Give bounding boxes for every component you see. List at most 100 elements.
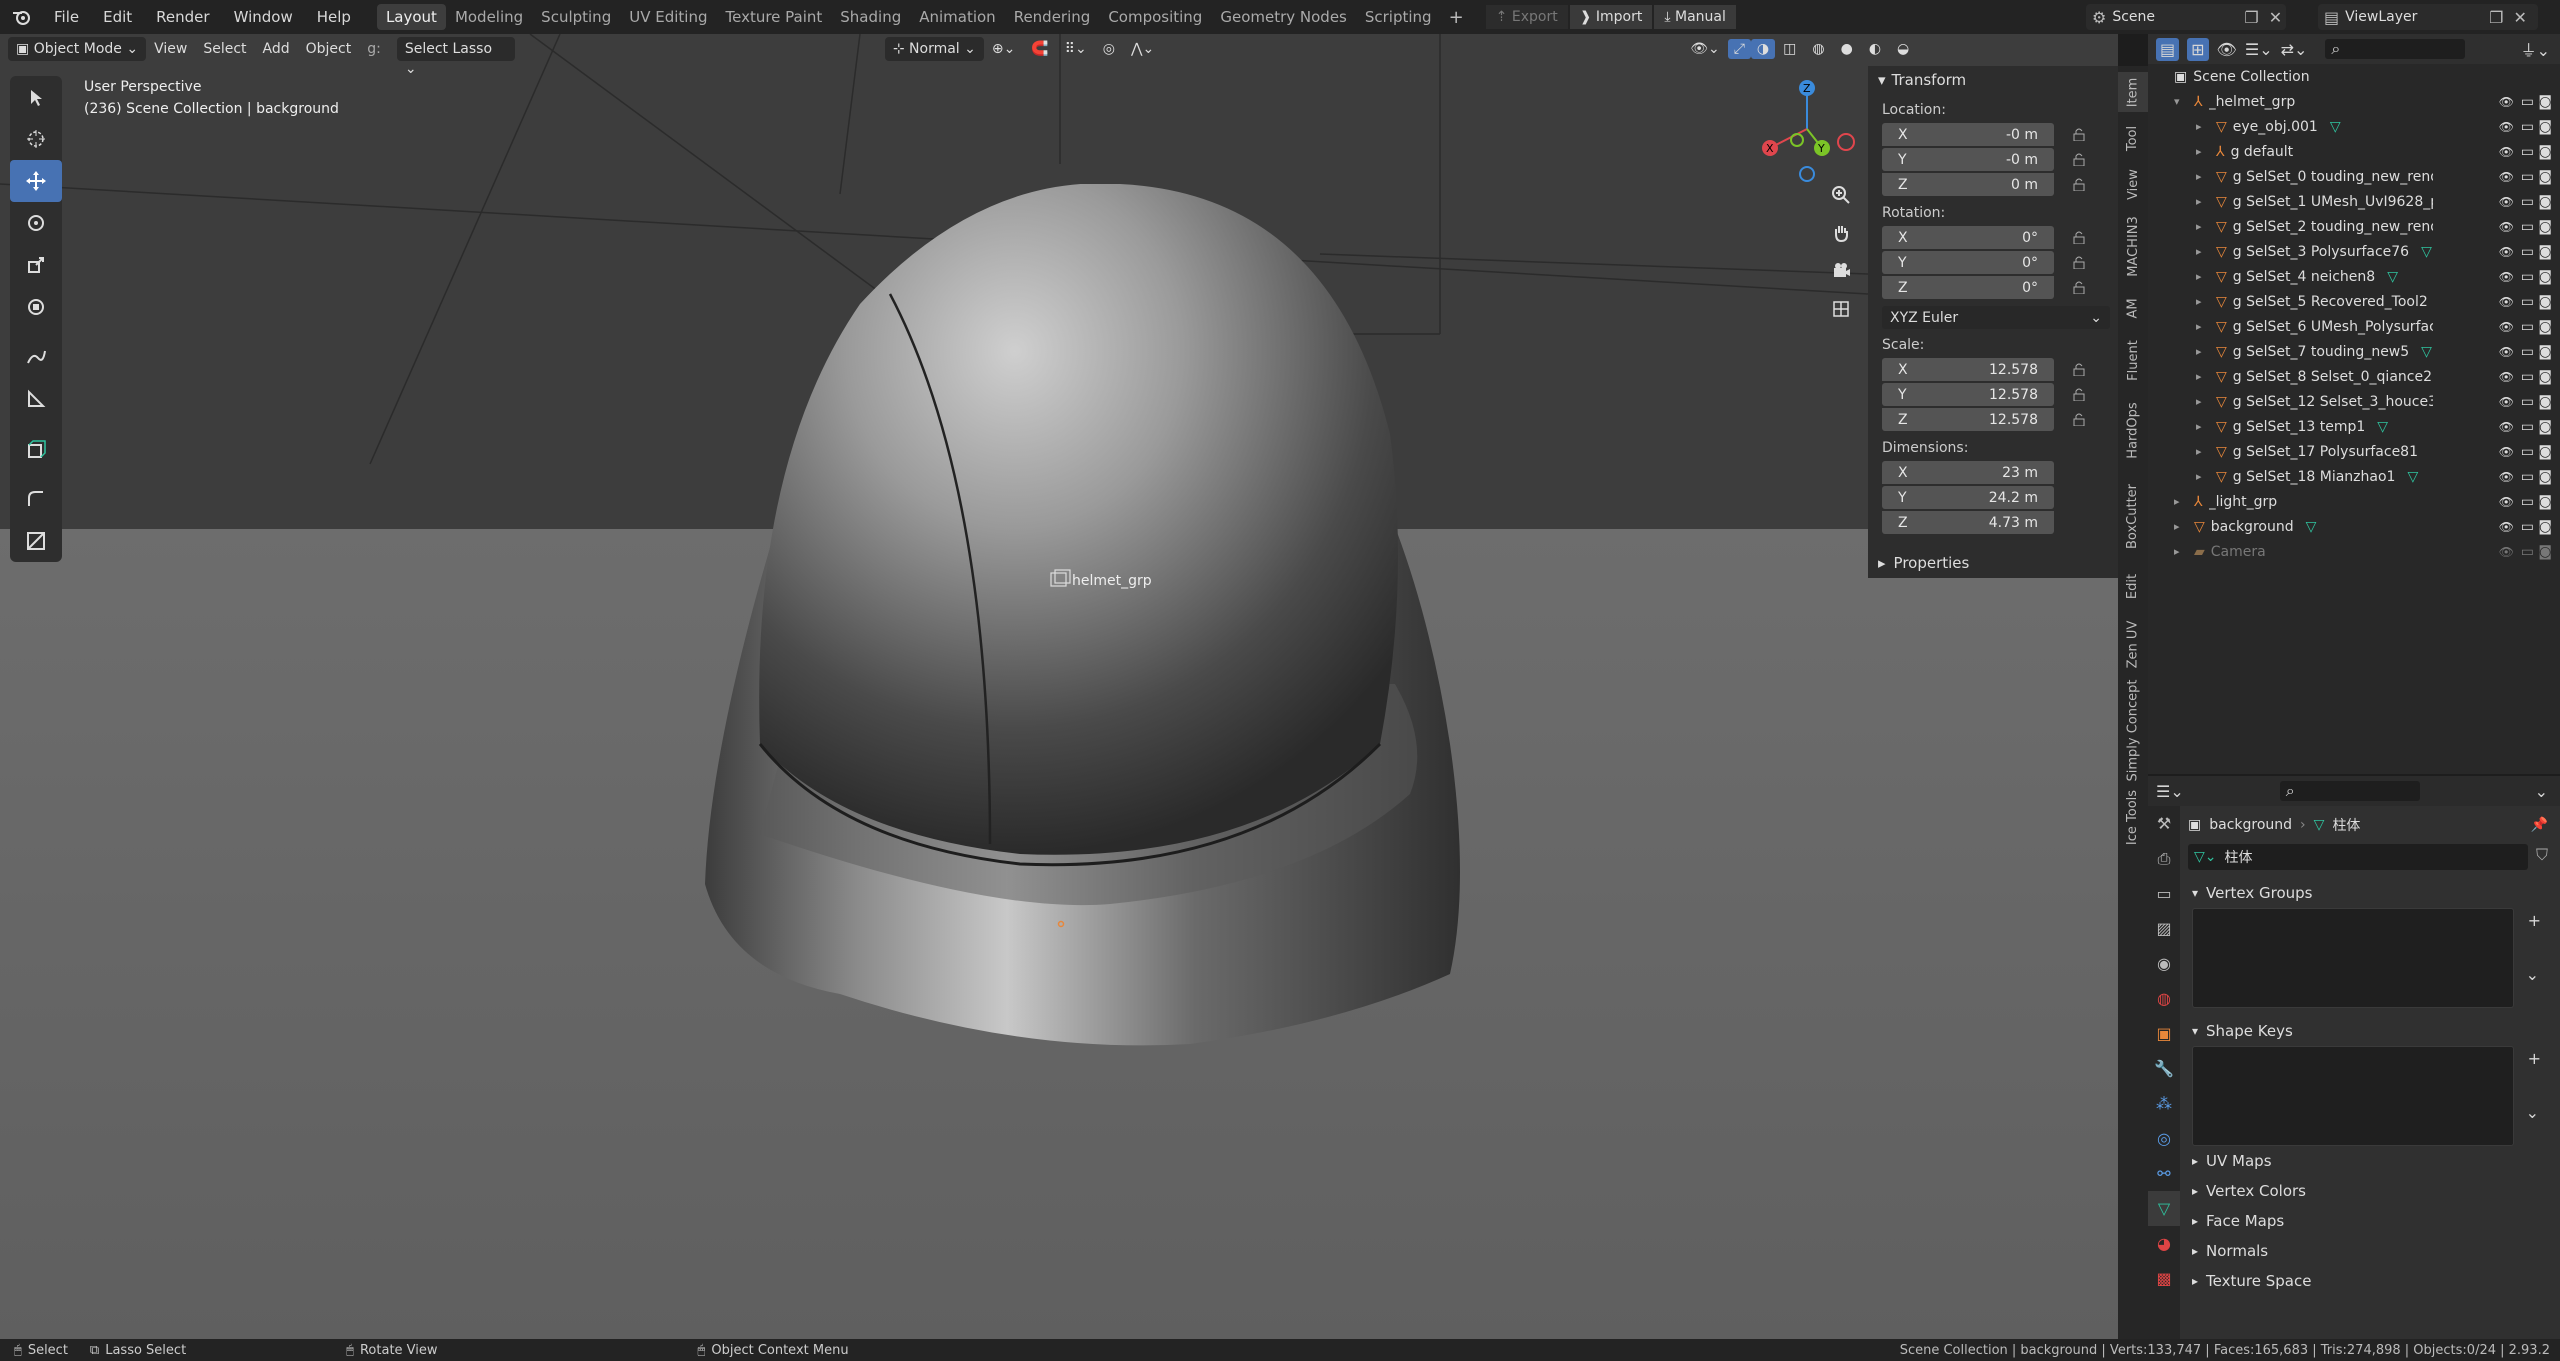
sidebar-tab-view[interactable]: View	[2118, 164, 2148, 204]
scale-tool-icon[interactable]	[10, 244, 62, 286]
fake-user-shield-icon[interactable]: ⛉	[2536, 845, 2548, 865]
visibility-eye-icon[interactable]: 👁	[2499, 345, 2514, 359]
tab-rendering[interactable]: Rendering	[1005, 4, 1100, 30]
rotate-tool-icon[interactable]	[10, 202, 62, 244]
lock-icon[interactable]	[2072, 152, 2088, 168]
section-texture-space[interactable]: ▸ Texture Space	[2188, 1266, 2560, 1296]
render-camera-icon[interactable]: ◙	[2538, 319, 2552, 335]
chevron-right-icon[interactable]: ▸	[2196, 145, 2212, 158]
outliner-item[interactable]: ▸ ⅄ g default 👁 ▭ ◙	[2148, 139, 2560, 164]
world-tab-icon[interactable]: ◍	[2148, 981, 2180, 1016]
viewport-monitor-icon[interactable]: ▭	[2521, 144, 2534, 160]
sidebar-tab-tool[interactable]: Tool	[2118, 116, 2148, 160]
scale-x-field[interactable]: X 12.578	[1882, 358, 2054, 381]
outliner-item[interactable]: ▸ ▽ g SelSet_18 Mianzhao1 ▽ 👁 ▭ ◙	[2148, 464, 2560, 489]
viewport-monitor-icon[interactable]: ▭	[2521, 244, 2534, 260]
render-camera-icon[interactable]: ◙	[2538, 444, 2552, 460]
visibility-eye-icon[interactable]: 👁	[2499, 495, 2514, 509]
location-x-field[interactable]: X -0 m	[1882, 123, 2054, 146]
filter-collections-icon[interactable]: ⊞	[2187, 37, 2209, 61]
texture-tab-icon[interactable]: ▩	[2148, 1261, 2180, 1296]
modifier-tab-icon[interactable]: 🔧	[2148, 1051, 2180, 1086]
transform-tool-icon[interactable]	[10, 286, 62, 328]
select-menu[interactable]: Select	[195, 41, 254, 57]
neg-z-axis-handle[interactable]	[1799, 166, 1815, 182]
outliner-item[interactable]: ▸ ▰ Camera 👁 ▭ ◙	[2148, 539, 2560, 564]
render-camera-icon[interactable]: ◙	[2538, 419, 2552, 435]
rendered-shading-icon[interactable]: ◒	[1889, 41, 1917, 57]
menu-edit[interactable]: Edit	[91, 0, 144, 34]
boxcutter-tool-icon[interactable]	[10, 520, 62, 562]
view-visibility-icon[interactable]: 👁	[2217, 40, 2237, 59]
lasso-dropdown[interactable]: Select Lasso ⌄	[396, 37, 515, 77]
pin-icon[interactable]: 📌	[2531, 817, 2548, 833]
visibility-eye-icon[interactable]: 👁	[2499, 320, 2514, 334]
chevron-right-icon[interactable]: ▸	[2196, 120, 2212, 133]
viewport-monitor-icon[interactable]: ▭	[2521, 94, 2534, 110]
viewport-monitor-icon[interactable]: ▭	[2521, 394, 2534, 410]
gizmo-toggle-icon[interactable]: ⤢	[1727, 39, 1751, 59]
scene-name-field[interactable]: Scene	[2106, 9, 2236, 25]
vertex-groups-list[interactable]: + ⌄	[2192, 908, 2541, 1008]
render-camera-icon[interactable]: ◙	[2538, 369, 2552, 385]
properties-search-icon[interactable]: ⌕	[2279, 781, 2420, 801]
outliner-editor-icon[interactable]: ▤	[2156, 37, 2180, 61]
blender-logo-icon[interactable]	[8, 0, 36, 34]
location-z-field[interactable]: Z 0 m	[1882, 173, 2054, 196]
tab-animation[interactable]: Animation	[910, 4, 1004, 30]
scene-tab-icon[interactable]: ◉	[2148, 946, 2180, 981]
chevron-right-icon[interactable]: ▸	[2196, 170, 2212, 183]
scene-selector[interactable]: ⚙ Scene ❐ ✕	[2086, 4, 2286, 30]
outliner-item[interactable]: ▸ ▽ g SelSet_7 touding_new5 ▽ 👁 ▭ ◙	[2148, 339, 2560, 364]
tab-scripting[interactable]: Scripting	[1356, 4, 1441, 30]
filter-icon[interactable]: ⏚⌄	[2521, 37, 2550, 61]
new-scene-icon[interactable]: ❐	[2244, 8, 2258, 27]
chevron-right-icon[interactable]: ▸	[2196, 420, 2212, 433]
viewlayer-name-field[interactable]: ViewLayer	[2339, 9, 2489, 25]
mesh-data-icon[interactable]: ▽	[2421, 244, 2432, 260]
outliner-item[interactable]: ▸ ▽ g SelSet_2 touding_new_rend5 👁 ▭ ◙	[2148, 214, 2560, 239]
render-camera-icon[interactable]: ◙	[2538, 269, 2552, 285]
rotation-x-field[interactable]: X 0°	[1882, 226, 2054, 249]
section-face-maps[interactable]: ▸ Face Maps	[2188, 1206, 2560, 1236]
mode-dropdown[interactable]: ▣ Object Mode ⌄	[8, 37, 147, 61]
select-tool-icon[interactable]	[10, 76, 62, 118]
falloff-icon[interactable]: ⋀⌄	[1123, 41, 1162, 57]
sidebar-tab-hardops[interactable]: HardOps	[2118, 392, 2148, 468]
visibility-eye-icon[interactable]: 👁	[2499, 195, 2514, 209]
section-normals[interactable]: ▸ Normals	[2188, 1236, 2560, 1266]
render-camera-icon[interactable]: ◙	[2538, 344, 2552, 360]
visibility-eye-icon[interactable]: 👁	[2499, 445, 2514, 459]
chevron-right-icon[interactable]: ▸	[2196, 470, 2212, 483]
sidebar-tab-ice-tools[interactable]: Ice Tools	[2118, 784, 2148, 850]
render-camera-icon[interactable]: ◙	[2538, 119, 2552, 135]
outliner-item[interactable]: ▸ ▽ g SelSet_1 UMesh_UvI9628_pcu 👁 ▭◙	[2148, 189, 2560, 214]
section-uv-maps[interactable]: ▸ UV Maps	[2188, 1146, 2560, 1176]
snap-grid-icon[interactable]: ⠿⌄	[1057, 41, 1095, 57]
delete-scene-icon[interactable]: ✕	[2269, 8, 2282, 27]
chevron-right-icon[interactable]: ▸	[2196, 245, 2212, 258]
lock-icon[interactable]	[2072, 127, 2088, 143]
material-tab-icon[interactable]: ◕	[2148, 1226, 2180, 1261]
lock-icon[interactable]	[2072, 280, 2088, 296]
import-button[interactable]: ❱ Import	[1569, 5, 1653, 29]
manual-button[interactable]: ⤓ Manual	[1654, 5, 1736, 29]
proportional-edit-icon[interactable]: ◎	[1095, 41, 1123, 57]
neg-y-axis-handle[interactable]	[1790, 133, 1804, 147]
chevron-right-icon[interactable]: ▸	[2196, 220, 2212, 233]
mesh-data-icon[interactable]: ▽	[2306, 519, 2317, 535]
tab-uv-editing[interactable]: UV Editing	[620, 4, 716, 30]
outliner-item[interactable]: ▸ ▽ g SelSet_8 Selset_0_qiance2 👁 ▭ ◙	[2148, 364, 2560, 389]
visibility-eye-icon[interactable]: 👁	[2499, 295, 2514, 309]
chevron-right-icon[interactable]: ▸	[2196, 395, 2212, 408]
outliner-item[interactable]: ▸ ▽ g SelSet_17 Polysurface81 👁 ▭ ◙	[2148, 439, 2560, 464]
add-icon[interactable]: +	[2528, 1049, 2541, 1068]
delete-viewlayer-icon[interactable]: ✕	[2513, 8, 2526, 27]
render-camera-icon[interactable]: ◙	[2538, 494, 2552, 510]
chevron-right-icon[interactable]: ▸	[2196, 270, 2212, 283]
lock-icon[interactable]	[2072, 387, 2088, 403]
scale-y-field[interactable]: Y 12.578	[1882, 383, 2054, 406]
add-workspace-icon[interactable]: +	[1441, 7, 1472, 28]
viewport-monitor-icon[interactable]: ▭	[2521, 444, 2534, 460]
location-y-field[interactable]: Y -0 m	[1882, 148, 2054, 171]
